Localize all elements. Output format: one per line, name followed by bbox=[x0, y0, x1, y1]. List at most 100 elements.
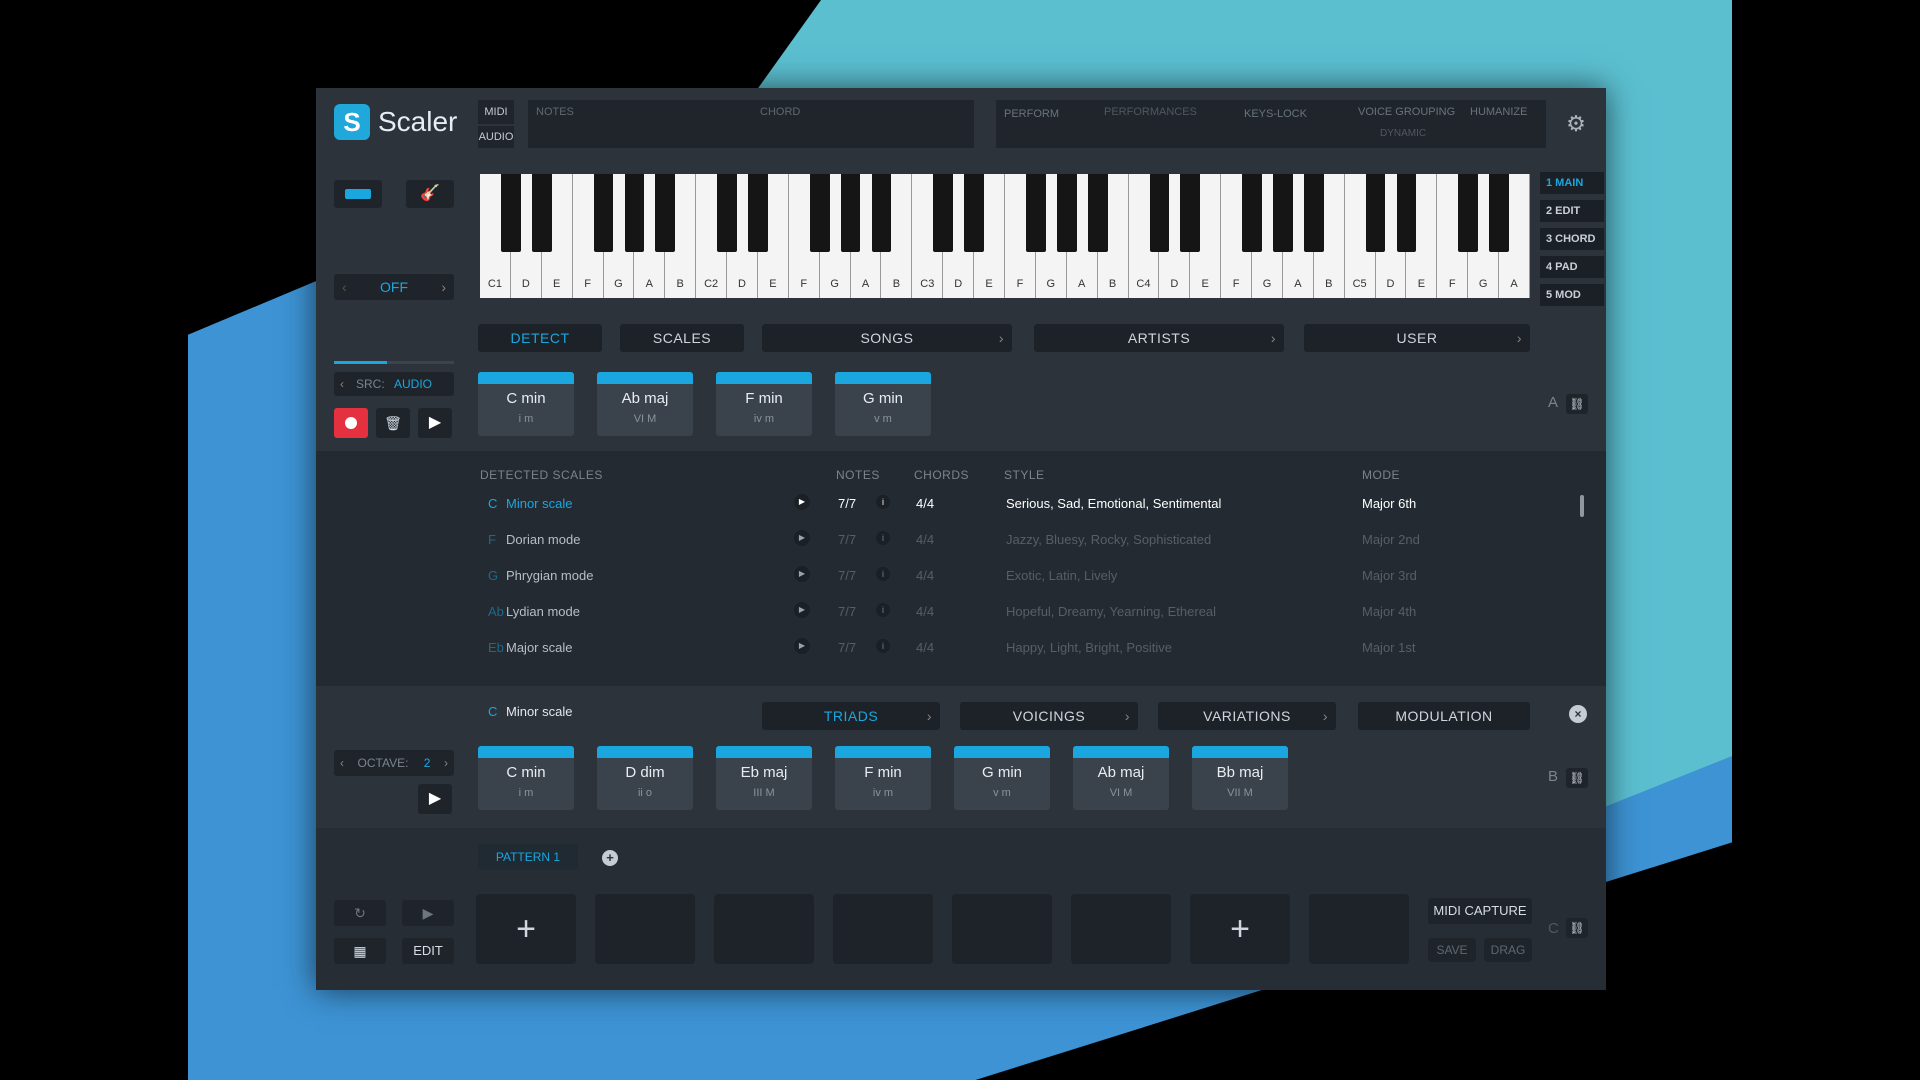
perform-label[interactable]: PERFORM bbox=[1004, 108, 1059, 120]
pattern-pad-1[interactable]: + bbox=[476, 894, 576, 964]
tab-user[interactable]: USER› bbox=[1304, 324, 1530, 352]
black-key[interactable] bbox=[1458, 174, 1478, 252]
black-key[interactable] bbox=[1366, 174, 1386, 252]
info-icon[interactable]: i bbox=[876, 639, 890, 653]
midi-mode-icon[interactable] bbox=[334, 180, 382, 208]
table-row[interactable]: CMinor scale7/74/4Serious, Sad, Emotiona… bbox=[316, 486, 1606, 522]
chord-card[interactable]: G minv m bbox=[835, 372, 931, 436]
piano-keyboard[interactable]: C1DEFGABC2DEFGABC3DEFGABC4DEFGABC5DEFGA bbox=[480, 174, 1530, 298]
pattern-pad-4[interactable] bbox=[833, 894, 933, 964]
play-icon[interactable]: ▶ bbox=[794, 566, 810, 582]
black-key[interactable] bbox=[1489, 174, 1509, 252]
chevron-right-icon[interactable]: › bbox=[444, 750, 448, 776]
side-tab-chord[interactable]: 3 CHORD bbox=[1540, 228, 1604, 250]
tab-scales[interactable]: SCALES bbox=[620, 324, 744, 352]
play-icon[interactable]: ▶ bbox=[794, 602, 810, 618]
pattern-pad-2[interactable] bbox=[595, 894, 695, 964]
chord-card[interactable]: F miniv m bbox=[716, 372, 812, 436]
black-key[interactable] bbox=[964, 174, 984, 252]
link-icon[interactable]: ⛓ bbox=[1566, 918, 1588, 938]
black-key[interactable] bbox=[1088, 174, 1108, 252]
midi-capture-button[interactable]: MIDI CAPTURE bbox=[1428, 898, 1532, 924]
info-icon[interactable]: i bbox=[876, 567, 890, 581]
black-key[interactable] bbox=[501, 174, 521, 252]
black-key[interactable] bbox=[532, 174, 552, 252]
black-key[interactable] bbox=[933, 174, 953, 252]
play-icon[interactable]: ▶ bbox=[402, 900, 454, 926]
play-icon[interactable]: ▶ bbox=[418, 408, 452, 438]
gear-icon[interactable]: ⚙ bbox=[1562, 110, 1590, 138]
info-icon[interactable]: i bbox=[876, 531, 890, 545]
side-tab-edit[interactable]: 2 EDIT bbox=[1540, 200, 1604, 222]
keys-lock-label[interactable]: KEYS-LOCK bbox=[1244, 108, 1307, 120]
audio-toggle[interactable]: AUDIO bbox=[478, 126, 514, 148]
black-key[interactable] bbox=[1304, 174, 1324, 252]
midi-toggle[interactable]: MIDI bbox=[478, 100, 514, 124]
play-icon[interactable]: ▶ bbox=[418, 784, 452, 814]
tab-voicings[interactable]: VOICINGS› bbox=[960, 702, 1138, 730]
chord-card[interactable]: D dimii o bbox=[597, 746, 693, 810]
chord-card[interactable]: F miniv m bbox=[835, 746, 931, 810]
black-key[interactable] bbox=[1273, 174, 1293, 252]
chevron-left-icon[interactable]: ‹ bbox=[342, 274, 347, 300]
tab-detect[interactable]: DETECT bbox=[478, 324, 602, 352]
drag-button[interactable]: DRAG bbox=[1484, 938, 1532, 962]
chord-card[interactable]: C mini m bbox=[478, 746, 574, 810]
chord-card[interactable]: Ab majVI M bbox=[597, 372, 693, 436]
pattern-pad-5[interactable] bbox=[952, 894, 1052, 964]
table-row[interactable]: FDorian mode7/74/4Jazzy, Bluesy, Rocky, … bbox=[316, 522, 1606, 558]
trash-icon[interactable]: 🗑 bbox=[376, 408, 410, 438]
save-button[interactable]: SAVE bbox=[1428, 938, 1476, 962]
tab-variations[interactable]: VARIATIONS› bbox=[1158, 702, 1336, 730]
tab-modulation[interactable]: MODULATION bbox=[1358, 702, 1530, 730]
chevron-left-icon[interactable]: ‹ bbox=[340, 372, 344, 396]
play-icon[interactable]: ▶ bbox=[794, 638, 810, 654]
guitar-icon[interactable]: 🎸 bbox=[406, 180, 454, 208]
info-icon[interactable]: i bbox=[876, 495, 890, 509]
black-key[interactable] bbox=[748, 174, 768, 252]
octave-selector[interactable]: ‹ OCTAVE: 2 › bbox=[334, 750, 454, 776]
black-key[interactable] bbox=[1057, 174, 1077, 252]
performances-label[interactable]: PERFORMANCES bbox=[1104, 106, 1197, 118]
black-key[interactable] bbox=[872, 174, 892, 252]
add-pattern-icon[interactable]: + bbox=[602, 850, 618, 866]
black-key[interactable] bbox=[625, 174, 645, 252]
pattern-pad-8[interactable] bbox=[1309, 894, 1409, 964]
loop-icon[interactable]: ↻ bbox=[334, 900, 386, 926]
chord-card[interactable]: Eb majIII M bbox=[716, 746, 812, 810]
black-key[interactable] bbox=[1026, 174, 1046, 252]
scrollbar[interactable] bbox=[1580, 495, 1584, 517]
black-key[interactable] bbox=[1150, 174, 1170, 252]
table-row[interactable]: GPhrygian mode7/74/4Exotic, Latin, Livel… bbox=[316, 558, 1606, 594]
side-tab-pad[interactable]: 4 PAD bbox=[1540, 256, 1604, 278]
edit-button[interactable]: EDIT bbox=[402, 938, 454, 964]
link-icon[interactable]: ⛓ bbox=[1566, 394, 1588, 414]
chord-card[interactable]: C mini m bbox=[478, 372, 574, 436]
tab-songs[interactable]: SONGS› bbox=[762, 324, 1012, 352]
black-key[interactable] bbox=[1242, 174, 1262, 252]
side-tab-main[interactable]: 1 MAIN bbox=[1540, 172, 1604, 194]
chord-card[interactable]: Bb majVII M bbox=[1192, 746, 1288, 810]
pattern-pad-6[interactable] bbox=[1071, 894, 1171, 964]
tab-artists[interactable]: ARTISTS› bbox=[1034, 324, 1284, 352]
chord-card[interactable]: G minv m bbox=[954, 746, 1050, 810]
voice-grouping-label[interactable]: VOICE GROUPING bbox=[1358, 106, 1455, 118]
link-icon[interactable]: ⛓ bbox=[1566, 768, 1588, 788]
black-key[interactable] bbox=[655, 174, 675, 252]
side-tab-mod[interactable]: 5 MOD bbox=[1540, 284, 1604, 306]
pattern-pad-3[interactable] bbox=[714, 894, 814, 964]
grid-icon[interactable]: ▦ bbox=[334, 938, 386, 964]
humanize-label[interactable]: HUMANIZE bbox=[1470, 106, 1527, 118]
black-key[interactable] bbox=[810, 174, 830, 252]
info-icon[interactable]: i bbox=[876, 603, 890, 617]
play-icon[interactable]: ▶ bbox=[794, 494, 810, 510]
black-key[interactable] bbox=[841, 174, 861, 252]
tab-triads[interactable]: TRIADS› bbox=[762, 702, 940, 730]
chevron-right-icon[interactable]: › bbox=[441, 274, 446, 300]
record-button[interactable] bbox=[334, 408, 368, 438]
off-selector[interactable]: ‹ OFF › bbox=[334, 274, 454, 300]
close-icon[interactable]: × bbox=[1569, 705, 1587, 723]
black-key[interactable] bbox=[1180, 174, 1200, 252]
play-icon[interactable]: ▶ bbox=[794, 530, 810, 546]
table-row[interactable]: AbLydian mode7/74/4Hopeful, Dreamy, Year… bbox=[316, 594, 1606, 630]
